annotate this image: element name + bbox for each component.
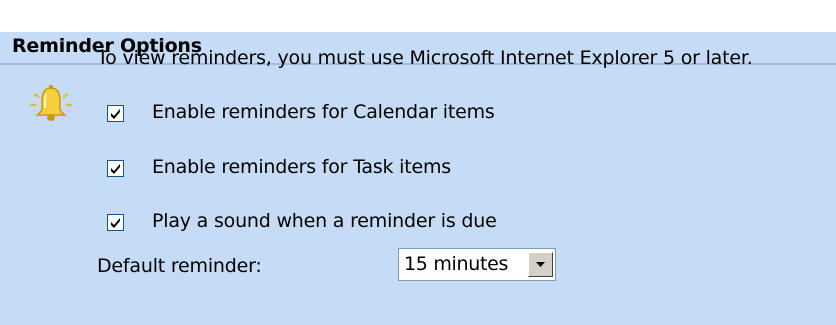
checkmark-icon <box>111 109 120 119</box>
default-reminder-label: Default reminder: <box>97 255 262 277</box>
default-reminder-select[interactable]: 15 minutes <box>398 248 556 281</box>
info-text: To view reminders, you must use Microsof… <box>97 47 753 69</box>
checkmark-icon <box>111 164 120 174</box>
dropdown-button[interactable] <box>528 252 553 277</box>
dropdown-arrow-icon <box>536 262 545 267</box>
checkbox-calendar-reminders[interactable] <box>107 105 124 122</box>
option-label: Enable reminders for Calendar items <box>152 101 495 123</box>
checkbox-play-sound[interactable] <box>107 214 124 231</box>
option-label: Enable reminders for Task items <box>152 156 452 178</box>
default-reminder-value: 15 minutes <box>404 253 509 275</box>
checkmark-icon <box>111 218 120 228</box>
reminder-options-panel: Reminder Options To view reminders, you … <box>0 32 836 325</box>
reminder-bell-icon <box>30 85 72 121</box>
checkbox-task-reminders[interactable] <box>107 160 124 177</box>
option-label: Play a sound when a reminder is due <box>152 210 497 232</box>
